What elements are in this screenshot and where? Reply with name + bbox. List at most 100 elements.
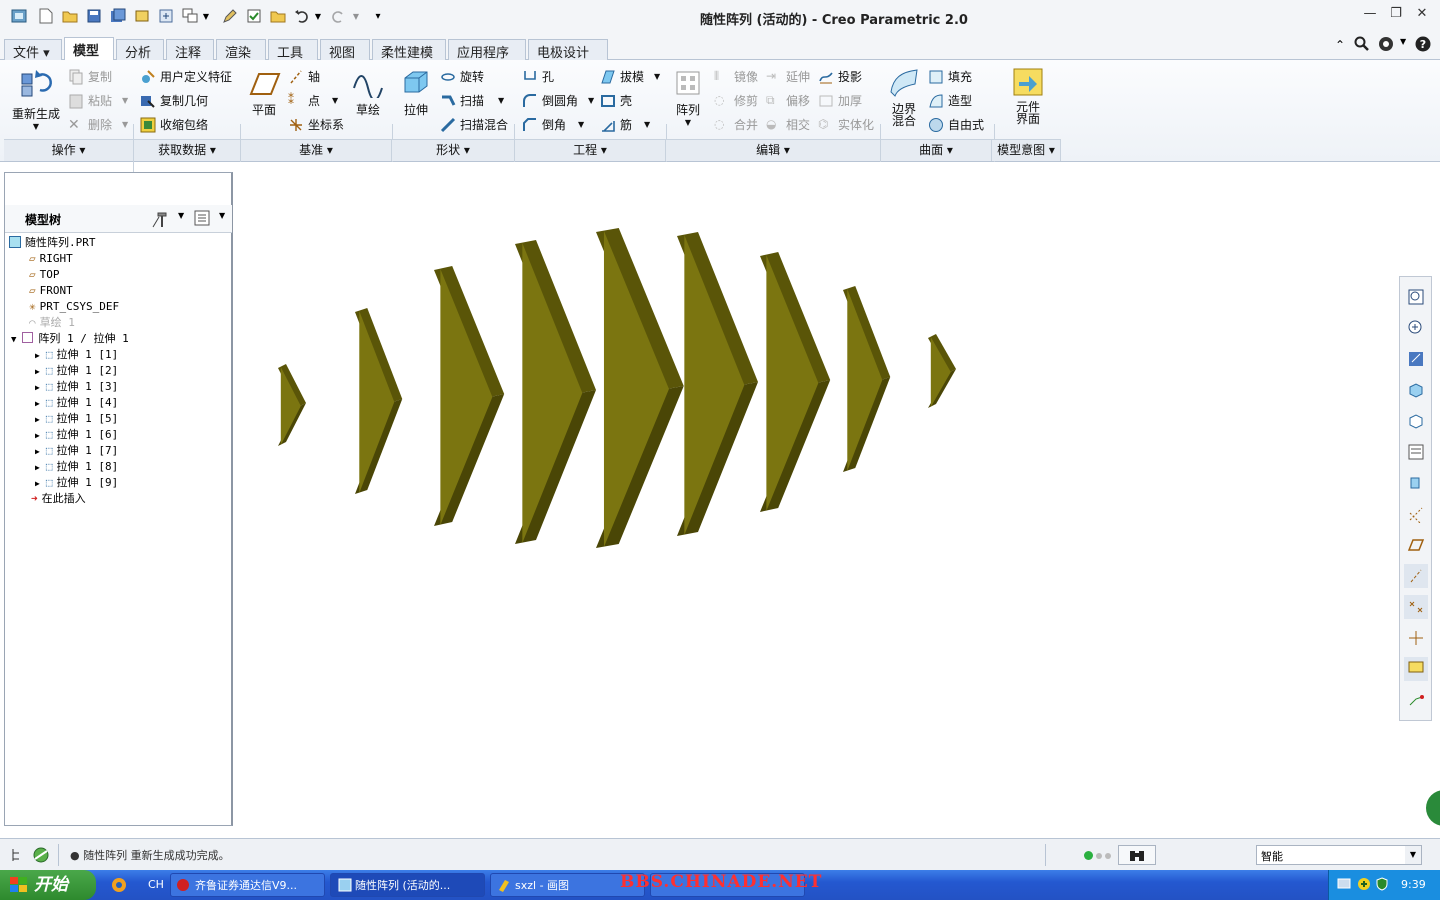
csys-display-icon[interactable] xyxy=(1404,626,1428,650)
expand-icon[interactable]: ▶ xyxy=(35,383,40,392)
style-button[interactable]: 造型 xyxy=(928,92,972,109)
offset-button[interactable]: ⧉ 偏移 xyxy=(766,92,810,109)
tree-item-right[interactable]: ▱ RIGHT xyxy=(29,251,73,267)
plane-button[interactable]: 平面 xyxy=(244,68,284,118)
group-editing[interactable]: 编辑 ▾ xyxy=(666,139,881,161)
checklist-icon[interactable] xyxy=(245,7,263,25)
regenerate-button[interactable]: 重新生成 ▼ xyxy=(8,66,64,131)
community-icon[interactable] xyxy=(1377,36,1395,55)
chevron-down-icon[interactable]: ▼ xyxy=(219,211,225,220)
chevron-down-icon[interactable]: ▼ xyxy=(1405,846,1421,864)
shell-button[interactable]: 壳 xyxy=(600,92,632,109)
mirror-button[interactable]: ⫴ 镜像 xyxy=(714,68,758,85)
search-icon[interactable] xyxy=(1354,36,1370,55)
tab-electrode-design[interactable]: 电极设计 xyxy=(528,39,608,61)
extruded-plate[interactable] xyxy=(515,240,596,544)
udf-button[interactable]: 用户定义特征 xyxy=(140,68,232,85)
group-datum[interactable]: 基准 ▾ xyxy=(241,139,392,161)
tree-item-extrude-instance[interactable]: ▶ ⬚ 拉伸 1 [3] xyxy=(35,379,118,395)
quick-launch-icon[interactable] xyxy=(110,876,128,897)
extruded-plate[interactable] xyxy=(843,286,891,472)
model-tree-toggle-icon[interactable] xyxy=(8,846,26,867)
tree-item-extrude-instance[interactable]: ▶ ⬚ 拉伸 1 [6] xyxy=(35,427,118,443)
merge-button[interactable]: ◌ 合并 xyxy=(714,116,758,133)
round-button[interactable]: 倒圆角 ▼ xyxy=(522,92,594,109)
extrude-button[interactable]: 拉伸 xyxy=(396,68,436,118)
extruded-plate[interactable] xyxy=(596,228,684,548)
expand-icon[interactable]: ▶ xyxy=(35,431,40,440)
axis-button[interactable]: 轴 xyxy=(288,68,320,85)
trim-button[interactable]: ◌ 修剪 xyxy=(714,92,758,109)
csys-button[interactable]: 坐标系 xyxy=(288,116,344,133)
tree-item-extrude-instance[interactable]: ▶ ⬚ 拉伸 1 [7] xyxy=(35,443,118,459)
browser-toggle-icon[interactable] xyxy=(32,846,50,867)
group-shapes[interactable]: 形状 ▾ xyxy=(392,139,515,161)
edit-icon[interactable] xyxy=(221,7,239,25)
delete-button[interactable]: ✕ 删除 ▼ xyxy=(68,116,128,133)
chevron-down-icon[interactable]: ▼ xyxy=(351,7,361,25)
tab-annotate[interactable]: 注释 xyxy=(166,39,214,61)
expand-icon[interactable]: ▶ xyxy=(35,399,40,408)
group-operations[interactable]: 操作 ▾ xyxy=(4,139,134,161)
expand-icon[interactable]: ▶ xyxy=(35,447,40,456)
extruded-plate[interactable] xyxy=(355,308,403,494)
tab-view[interactable]: 视图 xyxy=(320,39,370,61)
swept-blend-button[interactable]: 扫描混合 xyxy=(440,116,508,133)
save-copy-icon[interactable] xyxy=(109,7,127,25)
rib-button[interactable]: 筋 ▼ xyxy=(600,116,650,133)
tree-item-extrude-instance[interactable]: ▶ ⬚ 拉伸 1 [2] xyxy=(35,363,118,379)
tab-tools[interactable]: 工具 xyxy=(268,39,318,61)
save-icon[interactable] xyxy=(85,7,103,25)
tree-item-extrude-instance[interactable]: ▶ ⬚ 拉伸 1 [8] xyxy=(35,459,118,475)
extruded-plate[interactable] xyxy=(677,232,758,536)
group-surfaces[interactable]: 曲面 ▾ xyxy=(881,139,992,161)
tree-item-extrude-instance[interactable]: ▶ ⬚ 拉伸 1 [1] xyxy=(35,347,118,363)
security-shield-icon[interactable] xyxy=(1375,877,1389,894)
close-button[interactable]: ✕ xyxy=(1412,6,1432,26)
group-model-intent[interactable]: 模型意图 ▾ xyxy=(992,139,1061,161)
copy-geometry-button[interactable]: 复制几何 xyxy=(140,92,208,109)
folder-icon[interactable] xyxy=(269,7,287,25)
extruded-plate[interactable] xyxy=(760,252,831,512)
tree-item-sketch[interactable]: ⌒ 草绘 1 xyxy=(29,315,75,331)
repaint-icon[interactable] xyxy=(1404,378,1428,402)
point-display-icon[interactable] xyxy=(1404,595,1428,619)
tab-model[interactable]: 模型 xyxy=(64,37,114,61)
intersect-button[interactable]: ◒ 相交 xyxy=(766,116,810,133)
tab-applications[interactable]: 应用程序 xyxy=(448,39,526,61)
chevron-down-icon[interactable]: ▼ xyxy=(201,7,211,25)
open-folder-icon[interactable] xyxy=(61,7,79,25)
graphics-window[interactable] xyxy=(234,162,1440,834)
draft-button[interactable]: 拔模 ▼ xyxy=(600,68,660,85)
tree-item-csys[interactable]: ✳ PRT_CSYS_DEF xyxy=(29,299,119,315)
saved-views-icon[interactable] xyxy=(1404,409,1428,433)
axis-visibility-icon[interactable] xyxy=(1404,564,1428,588)
hole-button[interactable]: 孔 xyxy=(522,68,554,85)
tree-item-extrude-instance[interactable]: ▶ ⬚ 拉伸 1 [5] xyxy=(35,411,118,427)
zoom-out-icon[interactable] xyxy=(1404,347,1428,371)
zoom-in-icon[interactable] xyxy=(1404,316,1428,340)
display-style-icon[interactable] xyxy=(1404,440,1428,464)
model-view[interactable] xyxy=(234,162,1440,834)
chevron-down-icon[interactable]: ▼ xyxy=(313,7,323,25)
expand-icon[interactable]: ▶ xyxy=(35,479,40,488)
spin-center-icon[interactable] xyxy=(1404,471,1428,495)
redo-icon[interactable] xyxy=(329,7,347,25)
sketch-button[interactable]: 草绘 xyxy=(348,68,388,118)
chevron-down-icon[interactable]: ▼ xyxy=(178,211,184,220)
shrinkwrap-button[interactable]: 收缩包络 xyxy=(140,116,208,133)
extend-button[interactable]: ⇥ 延伸 xyxy=(766,68,810,85)
new-file-icon[interactable] xyxy=(37,7,55,25)
paste-button[interactable]: 粘贴 ▼ xyxy=(68,92,128,109)
restore-button[interactable]: ❐ xyxy=(1386,6,1406,26)
tree-item-extrude-instance[interactable]: ▶ ⬚ 拉伸 1 [9] xyxy=(35,475,118,491)
regen-icon[interactable] xyxy=(157,7,175,25)
plane-display-icon[interactable] xyxy=(1404,533,1428,557)
pattern-button[interactable]: 阵列 ▼ xyxy=(670,68,706,127)
expand-icon[interactable]: ▶ xyxy=(35,351,40,360)
group-engineering[interactable]: 工程 ▾ xyxy=(515,139,666,161)
refit-icon[interactable] xyxy=(1404,285,1428,309)
tree-settings-icon[interactable] xyxy=(150,209,170,232)
show-menu-icon[interactable] xyxy=(193,209,211,230)
fill-button[interactable]: 填充 xyxy=(928,68,972,85)
